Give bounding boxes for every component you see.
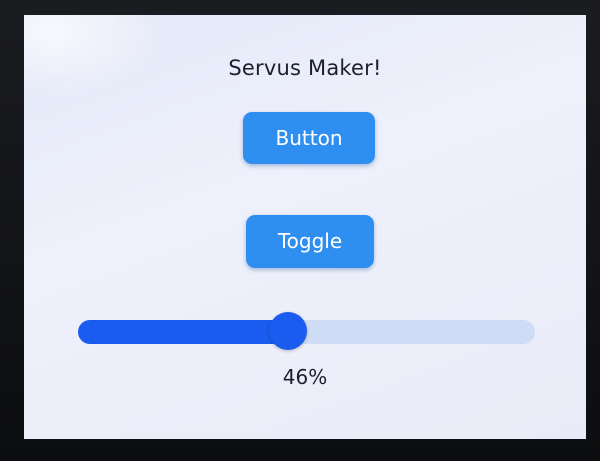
toggle-button[interactable]: Toggle: [246, 215, 374, 268]
slider-fill: [78, 320, 288, 344]
slider[interactable]: [78, 312, 535, 350]
screen-glare: [24, 15, 164, 95]
slider-value-label: 46%: [282, 365, 328, 389]
display-screen: Servus Maker! Button Toggle 46%: [24, 15, 586, 439]
slider-knob[interactable]: [269, 312, 307, 350]
button[interactable]: Button: [243, 112, 375, 164]
page-title: Servus Maker!: [228, 56, 382, 80]
